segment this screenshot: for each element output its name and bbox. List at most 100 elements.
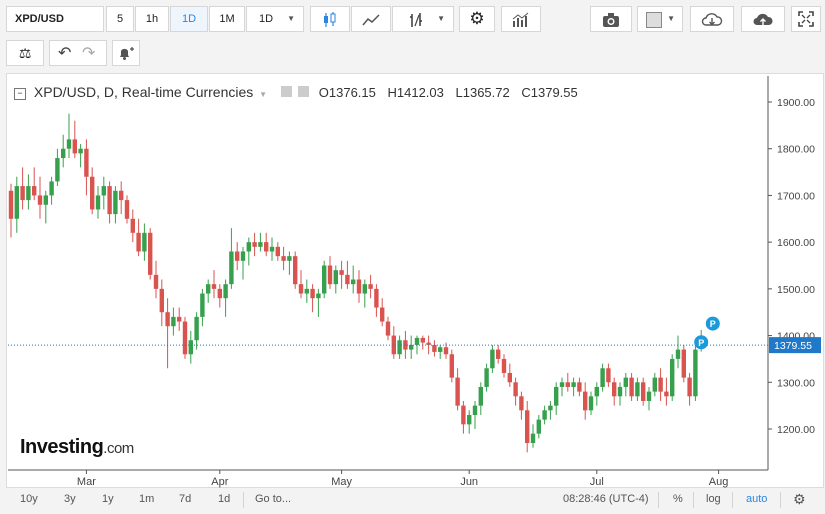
candle-body	[612, 382, 617, 397]
candle-body	[420, 337, 425, 343]
candle-body	[426, 342, 431, 345]
candle-body	[130, 218, 135, 233]
range-1y-button[interactable]: 1y	[102, 493, 114, 505]
candle-body	[269, 246, 275, 252]
divider	[780, 492, 781, 508]
candle-body	[438, 347, 443, 352]
y-tick-label: 1900.00	[777, 97, 815, 109]
candle-body	[217, 288, 222, 299]
candle-body	[577, 382, 582, 392]
candle-body	[55, 158, 60, 182]
candle-body	[211, 284, 217, 289]
clock-time: 08:28:46 (UTC-4)	[563, 493, 649, 505]
candle-body	[43, 195, 48, 205]
candle-body	[641, 382, 646, 401]
candle-body	[501, 358, 507, 373]
x-tick-label: May	[331, 476, 352, 488]
candle-body	[240, 251, 246, 261]
x-tick-label: Jun	[460, 476, 478, 488]
divider	[693, 492, 694, 508]
candle-body	[177, 316, 182, 322]
logo-name: Investing	[20, 436, 104, 458]
candle-body	[629, 377, 634, 397]
candle-body	[432, 344, 437, 352]
high-value: H1412.03	[387, 85, 444, 100]
candle-body	[542, 410, 547, 420]
y-tick-label: 1800.00	[777, 144, 815, 156]
divider	[732, 492, 733, 508]
candle-body	[171, 316, 176, 327]
candle-body	[165, 312, 170, 327]
candle-body	[449, 354, 454, 378]
candle-body	[333, 270, 338, 285]
candle-body	[37, 195, 43, 205]
hide-series-icon[interactable]	[280, 86, 292, 97]
candle-body	[664, 391, 669, 397]
candle-body	[362, 284, 367, 294]
candle-body	[113, 190, 118, 215]
candle-body	[90, 176, 95, 210]
gear-icon[interactable]: ⚙	[793, 491, 806, 508]
y-tick-label: 1200.00	[777, 424, 815, 436]
candle-body	[600, 368, 605, 387]
candle-body	[409, 344, 414, 350]
candle-body	[148, 232, 153, 275]
candle-body	[397, 340, 402, 355]
candle-body	[142, 232, 147, 252]
candle-body	[287, 256, 292, 261]
candle-body	[345, 274, 350, 285]
candle-body	[496, 349, 501, 359]
candle-body	[339, 270, 344, 275]
candle-body	[472, 405, 478, 415]
candle-body	[246, 242, 251, 252]
candle-body	[675, 349, 681, 359]
range-1d-button[interactable]: 1d	[218, 493, 230, 505]
candle-body	[565, 382, 570, 387]
candle-body	[182, 321, 188, 355]
candle-body	[548, 405, 553, 411]
candle-body	[252, 242, 257, 247]
candle-body	[525, 410, 530, 444]
candle-body	[316, 293, 321, 299]
series-settings-icon[interactable]	[297, 86, 309, 97]
pivot-marker-label: P	[698, 338, 704, 348]
candle-body	[14, 186, 19, 219]
candle-body	[536, 419, 541, 434]
auto-scale-button[interactable]: auto	[746, 493, 767, 505]
chevron-down-icon[interactable]: ▼	[259, 90, 267, 99]
candle-body	[385, 321, 391, 336]
candle-body	[635, 382, 640, 397]
candle-body	[32, 186, 37, 196]
range-10y-button[interactable]: 10y	[20, 493, 38, 505]
candle-body	[606, 368, 611, 383]
candle-body	[72, 139, 77, 154]
candle-body	[617, 386, 623, 397]
range-3y-button[interactable]: 3y	[64, 493, 76, 505]
range-7d-button[interactable]: 7d	[179, 493, 191, 505]
candle-body	[235, 251, 240, 261]
y-tick-label: 1500.00	[777, 284, 815, 296]
candle-body	[374, 288, 379, 308]
x-tick-label: Mar	[77, 476, 96, 488]
candle-body	[646, 391, 652, 401]
candle-body	[119, 190, 124, 201]
candle-body	[519, 396, 524, 411]
candle-body	[670, 358, 675, 397]
x-tick-label: Apr	[211, 476, 228, 488]
collapse-legend-icon[interactable]: −	[14, 88, 26, 100]
candle-body	[136, 232, 141, 252]
candle-body	[275, 246, 280, 257]
candle-body	[356, 279, 362, 294]
x-tick-label: Aug	[709, 476, 729, 488]
log-scale-button[interactable]: log	[706, 493, 721, 505]
candle-body	[229, 251, 234, 285]
percent-scale-button[interactable]: %	[673, 493, 683, 505]
candle-body	[351, 279, 356, 285]
candle-body	[443, 347, 449, 355]
current-price-label: 1379.55	[774, 340, 812, 352]
candle-body	[583, 391, 588, 411]
candle-body	[368, 284, 373, 289]
goto-date-button[interactable]: Go to...	[255, 493, 291, 505]
candle-body	[623, 377, 628, 387]
range-1m-button[interactable]: 1m	[139, 493, 154, 505]
